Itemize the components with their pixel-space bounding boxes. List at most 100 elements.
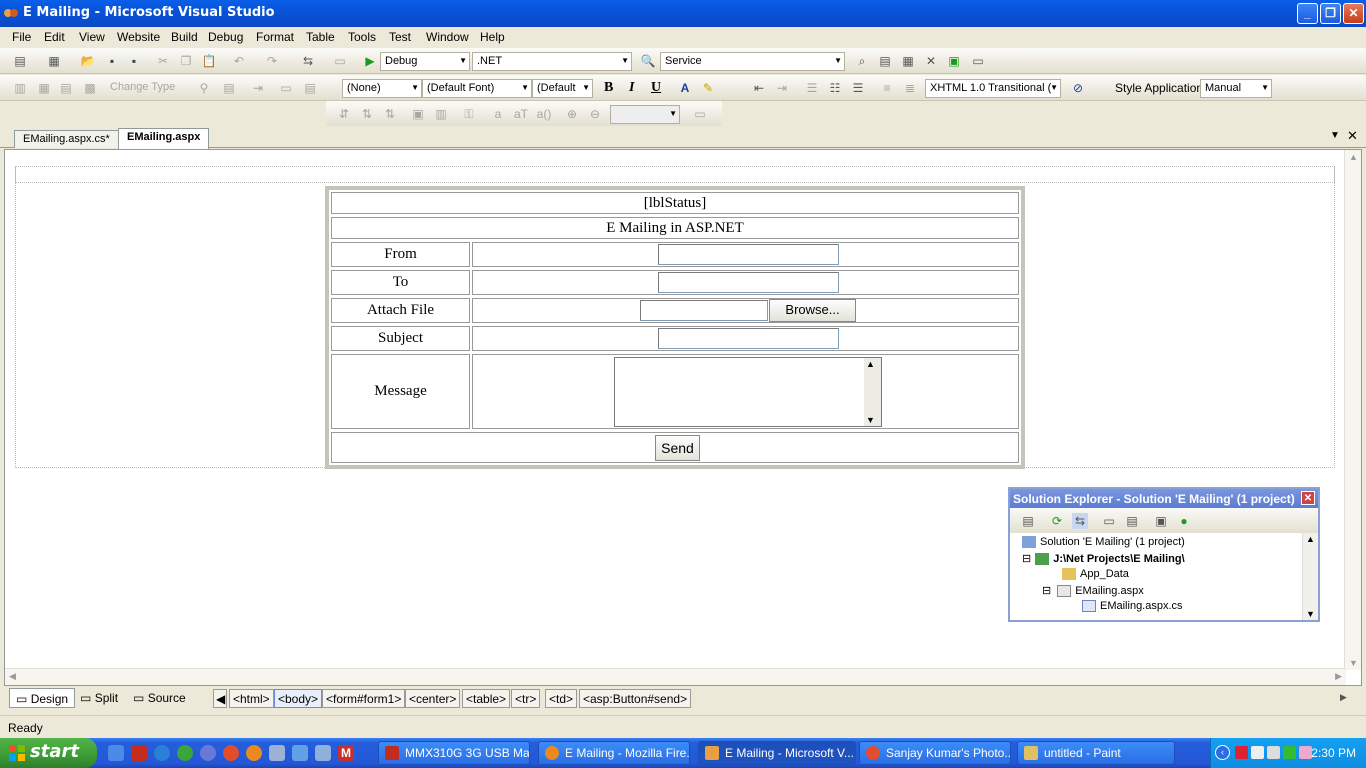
menu-window[interactable]: Window [426,30,469,44]
quicklaunch-window-icon[interactable] [315,745,331,761]
find-in-files-icon[interactable]: ⌕ [854,53,870,69]
menu-debug[interactable]: Debug [208,30,243,44]
text-size-icon[interactable]: aT [513,106,529,122]
window-layout-icon[interactable]: ▭ [692,106,708,122]
solution-config-select[interactable]: Debug ▼ [380,52,470,71]
close-button[interactable]: ✕ [1343,3,1364,24]
pin-icon[interactable]: ⚲ [196,80,212,96]
menu-build[interactable]: Build [171,30,198,44]
asp-config-icon[interactable]: ● [1176,513,1192,529]
source-view-tab[interactable]: ▭ Source [127,688,192,708]
bold-button[interactable]: B [604,80,613,96]
underline-button[interactable]: U [651,80,661,96]
tray-cloud-icon[interactable] [1251,746,1264,759]
minimize-button[interactable]: _ [1297,3,1318,24]
menu-tools[interactable]: Tools [348,30,376,44]
message-scrollbar[interactable]: ▲ ▼ [864,358,881,426]
font-select[interactable]: (Default Font) ▼ [422,79,532,98]
scroll-up-icon[interactable]: ▲ [1306,534,1315,544]
tray-app-icon[interactable] [1283,746,1296,759]
design-view-tab[interactable]: ▭ Design [9,688,76,708]
refresh-icon[interactable]: ⟳ [1049,513,1065,529]
clock[interactable]: 2:30 PM [1311,746,1356,760]
breadcrumb-table[interactable]: <table> [462,689,511,708]
firefox-icon[interactable] [246,745,262,761]
find-icon[interactable]: 🔍 [640,53,656,69]
collapse-icon[interactable]: ⊟ [1042,585,1051,597]
undo-icon[interactable]: ↶ [231,53,247,69]
redo-icon[interactable]: ↷ [264,53,280,69]
new-project-icon[interactable]: ▦ [46,53,62,69]
bullets-icon[interactable]: ☷ [827,80,843,96]
quicklaunch-tool-icon[interactable] [269,745,285,761]
from-input[interactable] [658,244,839,265]
justify-icon[interactable]: ≣ [902,80,918,96]
view-designer-icon[interactable]: ▤ [1124,513,1140,529]
copy-website-icon[interactable]: ▣ [1153,513,1169,529]
breadcrumb-center[interactable]: <center> [405,689,461,708]
tree-item-app-data[interactable]: App_Data [1062,568,1129,581]
menu-test[interactable]: Test [389,30,411,44]
platform-select[interactable]: .NET ▼ [472,52,632,71]
style-application-select[interactable]: Manual ▼ [1200,79,1272,98]
relationship-icon[interactable]: ⇵ [336,106,352,122]
start-page-icon[interactable]: ▣ [946,53,962,69]
menu-view[interactable]: View [79,30,105,44]
outdent-icon[interactable]: ⇤ [751,80,767,96]
breadcrumb-button[interactable]: <asp:Button#send> [579,689,692,708]
block-format-select[interactable]: (None) ▼ [342,79,422,98]
properties-grid-icon[interactable]: ▤ [302,80,318,96]
attach-file-input[interactable] [640,300,768,321]
menu-table[interactable]: Table [306,30,335,44]
tree-item-solution[interactable]: Solution 'E Mailing' (1 project) [1022,536,1185,549]
text-small-icon[interactable]: a [490,106,506,122]
grid-icon[interactable]: ▩ [82,80,98,96]
tree-item-project[interactable]: ⊟ J:\Net Projects\E Mailing\ [1022,552,1185,566]
sql-query-icon[interactable]: ▤ [221,80,237,96]
tray-expand-icon[interactable]: ‹ [1215,745,1230,760]
tab-emailing-aspx-cs[interactable]: EMailing.aspx.cs* [14,130,119,148]
tab-list-icon[interactable]: ▼ [1330,130,1340,141]
scroll-up-icon[interactable]: ▲ [866,359,875,369]
find-combo[interactable]: Service ▼ [660,52,845,71]
save-icon[interactable]: ▪ [104,53,120,69]
zoom-out-icon[interactable]: ⊖ [587,106,603,122]
table-icon[interactable]: ▦ [36,80,52,96]
task-photos[interactable]: Sanjay Kumar's Photo... [859,741,1011,765]
send-button[interactable]: Send [655,435,700,461]
scroll-down-icon[interactable]: ▼ [866,415,875,425]
start-button[interactable]: start [0,738,97,768]
menu-website[interactable]: Website [117,30,160,44]
list-icon[interactable]: ☰ [804,80,820,96]
tray-network-icon[interactable] [1235,746,1248,759]
lock-icon[interactable]: ⚿ [461,106,477,122]
align-icon[interactable]: ≡ [879,80,895,96]
ungroup-icon[interactable]: ▥ [433,106,449,122]
menu-help[interactable]: Help [480,30,505,44]
close-icon[interactable]: ✕ [1301,491,1315,505]
scroll-up-icon[interactable]: ▲ [1349,152,1358,162]
command-window-icon[interactable]: ▭ [970,53,986,69]
breadcrumb-left-icon[interactable]: ◀ [213,689,227,708]
publish-icon[interactable]: ▭ [332,53,348,69]
breadcrumb-right-icon[interactable]: ▶ [1340,692,1347,703]
menu-file[interactable]: File [12,30,31,44]
quicklaunch-app-icon[interactable] [131,745,147,761]
connector-icon[interactable]: ⇅ [359,106,375,122]
copy-icon[interactable]: ❐ [178,53,194,69]
breadcrumb-td[interactable]: <td> [545,689,578,708]
task-paint[interactable]: untitled - Paint [1017,741,1175,765]
navigate-icon[interactable]: ⇆ [300,53,316,69]
breadcrumb-html[interactable]: <html> [229,689,274,708]
layout-icon[interactable]: ▥ [12,80,28,96]
properties-icon[interactable]: ▦ [900,53,916,69]
chrome-icon[interactable] [223,745,239,761]
insert-icon[interactable]: ▭ [278,80,294,96]
quicklaunch-box-icon[interactable] [292,745,308,761]
subject-input[interactable] [658,328,839,349]
doctype-select[interactable]: XHTML 1.0 Transitional (▼ [925,79,1061,98]
design-vertical-scrollbar[interactable]: ▲ ▼ [1344,150,1361,670]
tray-volume-icon[interactable] [1299,746,1312,759]
indent-right-icon[interactable]: ⇥ [774,80,790,96]
show-desktop-icon[interactable] [108,745,124,761]
